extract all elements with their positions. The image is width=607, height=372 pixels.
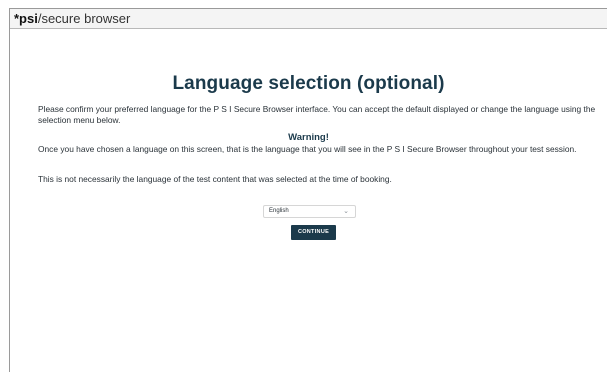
psi-logo: *psi [14, 11, 38, 26]
window-title: /secure browser [37, 11, 131, 26]
browser-window: *psi /secure browser Language selection … [9, 8, 607, 372]
warning-text: Once you have chosen a language on this … [38, 144, 577, 154]
note-text: This is not necessarily the language of … [38, 174, 392, 184]
intro-text: Please confirm your preferred language f… [38, 104, 596, 125]
chevron-down-icon: ⌄ [343, 208, 349, 215]
page-title: Language selection (optional) [172, 73, 445, 94]
warning-title: Warning! [288, 132, 329, 143]
language-select[interactable]: English ⌄ [263, 205, 356, 218]
language-select-value: English [269, 208, 289, 214]
continue-button[interactable]: CONTINUE [291, 225, 336, 240]
title-bar: *psi /secure browser [10, 9, 607, 29]
